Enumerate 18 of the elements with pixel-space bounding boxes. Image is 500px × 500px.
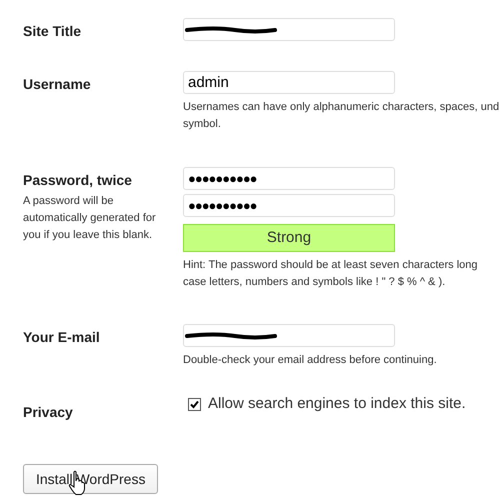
field-label: Username bbox=[23, 75, 92, 94]
help-text: Usernames can have only alphanumeric characters, spaces, und symbol. bbox=[183, 100, 500, 132]
strength-meter: Strong bbox=[183, 224, 395, 252]
field-label: Site Title bbox=[23, 22, 82, 41]
password-field[interactable]: ●●●●●●●●●● bbox=[183, 167, 395, 190]
field-label: Your E-mail bbox=[23, 328, 101, 347]
install-button[interactable]: Install WordPress bbox=[23, 464, 158, 494]
checkbox[interactable] bbox=[188, 398, 201, 411]
text-field[interactable] bbox=[183, 18, 395, 41]
field-label: Privacy bbox=[23, 403, 74, 422]
help-text: Hint: The password should be at least seven characters long case letters, numbers and symbols like ! " ? $ % ^ & ). bbox=[183, 258, 478, 290]
help-text: Double-check your email address before continuing. bbox=[183, 353, 437, 368]
field-label: Password, twice bbox=[23, 171, 133, 190]
checkbox-label: Allow search engines to index this site. bbox=[208, 394, 466, 414]
text-field[interactable] bbox=[183, 324, 395, 347]
text-field[interactable]: admin bbox=[183, 71, 395, 94]
field-note: A password will be automatically generated for you if you leave this blank. bbox=[23, 194, 157, 243]
password-field[interactable]: ●●●●●●●●●● bbox=[183, 194, 395, 217]
